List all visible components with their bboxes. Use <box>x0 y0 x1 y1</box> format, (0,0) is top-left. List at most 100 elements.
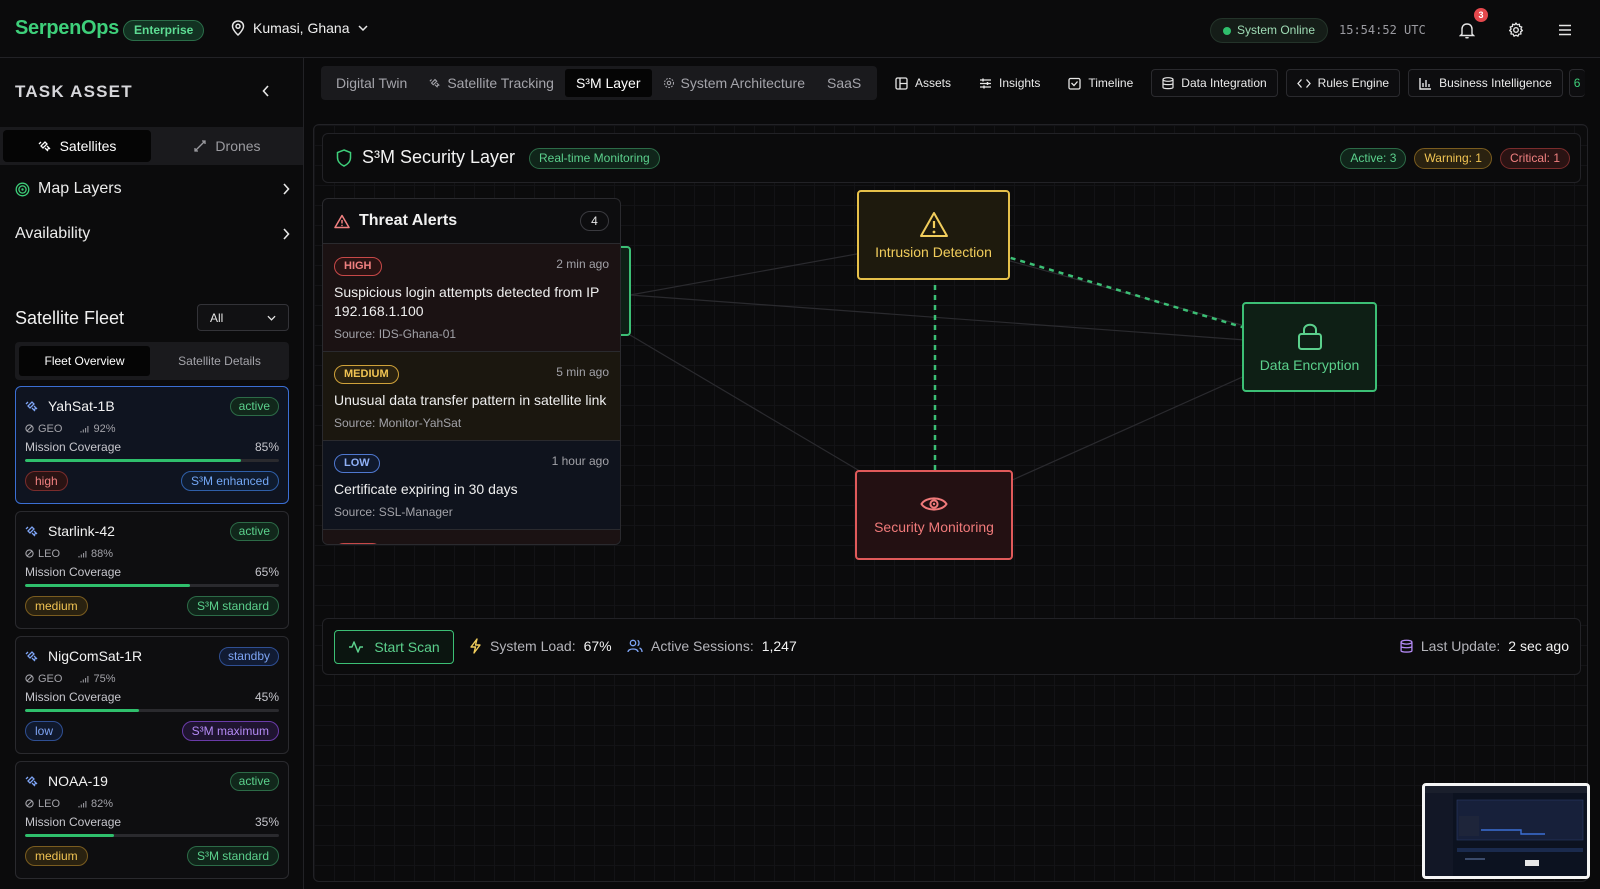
satellite-orbit-label: LEO <box>38 797 61 810</box>
satellite-name: NOAA-19 <box>48 773 108 789</box>
lightning-icon <box>470 638 481 654</box>
satellite-orbit-label: LEO <box>38 547 61 560</box>
business-intelligence-button[interactable]: Business Intelligence <box>1408 69 1563 97</box>
severity-badge: HIGH <box>334 257 382 276</box>
satellite-card[interactable]: NigComSat-1R standby GEO 75% Mission Coverag… <box>15 636 289 754</box>
menu-button[interactable] <box>1553 18 1577 42</box>
satellite-name-group: YahSat-1B <box>25 398 115 414</box>
drone-icon <box>194 140 207 152</box>
activity-icon <box>349 641 364 653</box>
notifications-button[interactable] <box>1455 18 1479 42</box>
map-pin-icon <box>231 20 245 36</box>
intrusion-detection-label: Intrusion Detection <box>875 243 992 260</box>
tab-system-architecture[interactable]: System Architecture <box>652 69 817 97</box>
last-update-stat: Last Update: 2 sec ago <box>1400 638 1569 654</box>
active-count-badge: Active: 3 <box>1340 148 1407 169</box>
gear-icon <box>663 77 674 89</box>
security-layer-header: S³M Security Layer Real-time Monitoring … <box>322 133 1581 183</box>
satellite-name: NigComSat-1R <box>48 648 143 664</box>
active-sessions-label: Active Sessions: <box>651 638 754 654</box>
severity-badge: LOW <box>334 454 380 473</box>
top-bar: SerpenOps Enterprise Kumasi, Ghana Syste… <box>0 0 1600 58</box>
bell-icon <box>1459 22 1475 39</box>
tab-fleet-overview[interactable]: Fleet Overview <box>19 346 150 376</box>
satellite-meta: GEO 92% <box>25 421 279 436</box>
security-layer-panel: S³M Security Layer Real-time Monitoring … <box>313 124 1588 882</box>
availability-toggle[interactable]: Availability <box>15 225 290 243</box>
tab-saas[interactable]: SaaS <box>816 69 872 97</box>
satellite-card[interactable]: NOAA-19 active LEO 82% Mission Coverage 35% me… <box>15 761 289 879</box>
database-icon <box>1162 76 1174 89</box>
threat-alerts-header: Threat Alerts 4 <box>323 199 620 244</box>
satellite-name-group: NOAA-19 <box>25 773 108 789</box>
satellite-status-badge: active <box>229 771 279 791</box>
satellite-signal: 82% <box>78 798 113 810</box>
threat-alert-item[interactable]: LOW 1 hour ago Certificate expiring in 30 … <box>323 441 620 530</box>
satellite-signal-label: 75% <box>93 672 116 685</box>
satellite-card-header: Starlink-42 active <box>25 521 279 541</box>
tab-s3m-layer-label: S³M Layer <box>575 75 641 91</box>
start-scan-button[interactable]: Start Scan <box>334 630 454 664</box>
mission-coverage-row: Mission Coverage 45% <box>25 690 279 705</box>
data-integration-button[interactable]: Data Integration <box>1151 69 1278 97</box>
assets-button[interactable]: Assets <box>885 69 961 97</box>
intrusion-detection-node[interactable]: Intrusion Detection <box>857 190 1010 280</box>
tab-satellites-label: Satellites <box>59 138 117 154</box>
signal-icon <box>78 550 87 557</box>
threat-alert-item[interactable]: HIGH 3 min ago <box>323 530 620 544</box>
minimap-thumbnail[interactable] <box>1422 783 1590 879</box>
satellite-card[interactable]: Starlink-42 active LEO 88% Mission Coverage 6… <box>15 511 289 629</box>
notification-count-badge: 3 <box>1474 8 1488 22</box>
security-monitoring-node[interactable]: Security Monitoring <box>855 470 1013 560</box>
system-status-badge: System Online <box>1210 18 1329 43</box>
settings-button[interactable] <box>1504 18 1528 42</box>
alert-triangle-icon <box>334 214 350 228</box>
threat-alerts-count: 4 <box>580 211 609 231</box>
tab-s3m-layer[interactable]: S³M Layer <box>564 69 652 97</box>
last-update-value: 2 sec ago <box>1508 638 1569 654</box>
alert-time: 5 min ago <box>556 365 609 379</box>
mission-coverage-label: Mission Coverage <box>25 440 122 454</box>
last-update-label: Last Update: <box>1420 638 1501 654</box>
signal-icon <box>78 800 87 807</box>
calendar-icon <box>1068 77 1082 90</box>
security-level-badge: S³M maximum <box>181 721 279 741</box>
security-layer-title: S³M Security Layer <box>362 147 516 167</box>
satellite-meta: GEO 75% <box>25 671 279 686</box>
layout-icon <box>895 76 908 90</box>
satellite-card[interactable]: YahSat-1B active GEO 92% Mission Coverage 85%… <box>15 386 289 504</box>
brand-logo[interactable]: SerpenOps <box>15 17 119 40</box>
satellite-icon <box>25 526 38 537</box>
threat-alert-item[interactable]: MEDIUM 5 min ago Unusual data transfer pat… <box>323 352 620 441</box>
tab-satellite-tracking[interactable]: Satellite Tracking <box>418 69 565 97</box>
orbit-icon <box>25 799 34 808</box>
tab-satellite-details[interactable]: Satellite Details <box>154 346 285 376</box>
insights-button[interactable]: Insights <box>969 69 1050 97</box>
plan-badge: Enterprise <box>123 20 205 41</box>
eye-icon <box>920 497 948 511</box>
data-encryption-node[interactable]: Data Encryption <box>1242 302 1377 392</box>
fleet-filter-select[interactable]: All <box>197 304 289 331</box>
mission-coverage-value: 45% <box>254 690 279 704</box>
rules-engine-label: Rules Engine <box>1317 76 1390 90</box>
database-icon <box>1400 639 1413 653</box>
alert-source: Source: IDS-Ghana-01 <box>334 327 457 341</box>
bar-chart-icon <box>1419 77 1432 90</box>
tab-digital-twin[interactable]: Digital Twin <box>325 69 418 97</box>
rules-engine-button[interactable]: Rules Engine <box>1285 69 1401 97</box>
satellite-orbit: LEO <box>25 548 60 560</box>
tab-satellites[interactable]: Satellites <box>3 130 151 162</box>
satellite-icon <box>25 651 38 662</box>
map-layers-toggle[interactable]: Map Layers <box>15 180 290 198</box>
threat-alert-item[interactable]: HIGH 2 min ago Suspicious login attempts d… <box>323 244 620 352</box>
system-load-stat: System Load: 67% <box>469 638 612 654</box>
location-selector[interactable]: Kumasi, Ghana <box>231 20 368 36</box>
alert-time: 1 hour ago <box>551 454 609 468</box>
tab-drones[interactable]: Drones <box>153 130 301 162</box>
overflow-tab-button[interactable]: 6 <box>1568 69 1585 97</box>
satellite-card-header: NOAA-19 active <box>25 771 279 791</box>
collapse-sidebar-button[interactable] <box>262 84 270 100</box>
timeline-button[interactable]: Timeline <box>1058 69 1143 97</box>
business-intelligence-label: Business Intelligence <box>1439 76 1552 90</box>
users-icon <box>627 639 643 653</box>
